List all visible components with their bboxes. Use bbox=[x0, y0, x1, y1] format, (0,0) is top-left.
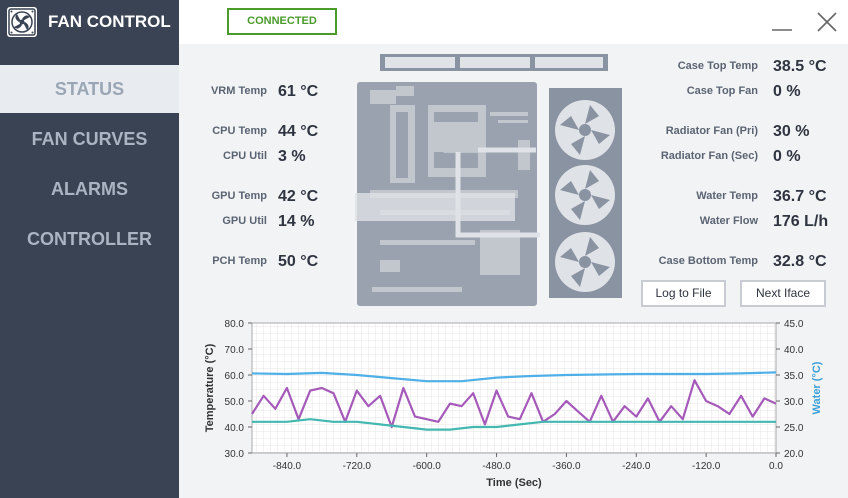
radiator-fan-1-icon bbox=[555, 100, 615, 160]
cpu-temp-value: 44 °C bbox=[278, 123, 319, 140]
vrm-temp-label: VRM Temp bbox=[210, 85, 267, 97]
cpu-util-value: 3 % bbox=[278, 148, 306, 165]
x-axis-title: Time (Sec) bbox=[486, 477, 542, 489]
cpu-util-label: CPU Util bbox=[223, 150, 267, 162]
x-tick-label: -360.0 bbox=[552, 461, 581, 472]
log-to-file-button[interactable]: Log to File bbox=[641, 280, 726, 307]
y-tick-label: 80.0 bbox=[225, 319, 245, 330]
y2-tick-label: 35.0 bbox=[784, 371, 804, 382]
y2-tick-label: 20.0 bbox=[784, 449, 804, 460]
temperature-history-chart: -840.0 -720.0 -600.0 -480.0 -360.0 -240.0 -120… bbox=[204, 319, 823, 489]
motherboard bbox=[355, 82, 537, 306]
minimize-icon[interactable] bbox=[770, 10, 794, 34]
gpu-util-label: GPU Util bbox=[222, 215, 267, 227]
nav-status[interactable]: STATUS bbox=[0, 65, 179, 113]
gpu-temp-label: GPU Temp bbox=[211, 190, 267, 202]
cpu-temp-label: CPU Temp bbox=[212, 125, 267, 137]
fan-logo-icon bbox=[7, 7, 37, 37]
x-tick-label: -120.0 bbox=[692, 461, 721, 472]
water-temp-value: 36.7 °C bbox=[773, 188, 827, 205]
y2-tick-label: 25.0 bbox=[784, 423, 804, 434]
case-bottom-temp-value: 32.8 °C bbox=[773, 253, 827, 270]
nav-controller[interactable]: CONTROLLER bbox=[0, 215, 179, 263]
gpu-card bbox=[355, 193, 515, 221]
radiator-fan-3-icon bbox=[555, 232, 615, 292]
radiator-fan-sec-value: 0 % bbox=[773, 148, 801, 165]
top-fan-slots bbox=[380, 54, 608, 71]
y-axis-title: Temperature (°C) bbox=[204, 343, 216, 432]
gpu-temp-value: 42 °C bbox=[278, 188, 319, 205]
radiator bbox=[549, 88, 622, 298]
nav-alarms[interactable]: ALARMS bbox=[0, 165, 179, 213]
x-tick-label: -600.0 bbox=[412, 461, 441, 472]
case-top-fan-value: 0 % bbox=[773, 83, 801, 100]
y-tick-label: 50.0 bbox=[225, 397, 245, 408]
x-tick-label: -720.0 bbox=[343, 461, 372, 472]
y2-tick-label: 40.0 bbox=[784, 345, 804, 356]
pc-case-diagram bbox=[355, 54, 622, 306]
water-flow-value: 176 L/h bbox=[773, 213, 829, 230]
y-tick-label: 60.0 bbox=[225, 371, 245, 382]
app-title: FAN CONTROL bbox=[48, 12, 171, 31]
y-tick-label: 30.0 bbox=[225, 449, 245, 460]
y2-axis-title: Water (°C) bbox=[811, 361, 823, 414]
x-tick-label: -240.0 bbox=[622, 461, 651, 472]
vrm-temp-value: 61 °C bbox=[278, 83, 319, 100]
radiator-fan-pri-value: 30 % bbox=[773, 123, 810, 140]
pch-temp-label: PCH Temp bbox=[212, 255, 267, 267]
x-tick-label: -840.0 bbox=[273, 461, 302, 472]
x-tick-label: 0.0 bbox=[769, 461, 783, 472]
y-tick-label: 40.0 bbox=[225, 423, 245, 434]
case-top-temp-value: 38.5 °C bbox=[773, 58, 827, 75]
gpu-util-value: 14 % bbox=[278, 213, 315, 230]
pch-temp-value: 50 °C bbox=[278, 253, 319, 270]
connection-status-badge: CONNECTED bbox=[227, 8, 337, 35]
y2-tick-label: 45.0 bbox=[784, 319, 804, 330]
nav-fan-curves[interactable]: FAN CURVES bbox=[0, 115, 179, 163]
plot-area bbox=[251, 322, 777, 454]
y-tick-label: 70.0 bbox=[225, 345, 245, 356]
close-icon[interactable] bbox=[815, 10, 839, 34]
x-tick-label: -480.0 bbox=[482, 461, 511, 472]
next-iface-button[interactable]: Next Iface bbox=[740, 280, 826, 307]
y2-tick-label: 30.0 bbox=[784, 397, 804, 408]
sidebar: FAN CONTROL STATUS FAN CURVES ALARMS CON… bbox=[0, 0, 179, 498]
radiator-fan-2-icon bbox=[555, 165, 615, 225]
brand-header: FAN CONTROL bbox=[0, 0, 179, 44]
